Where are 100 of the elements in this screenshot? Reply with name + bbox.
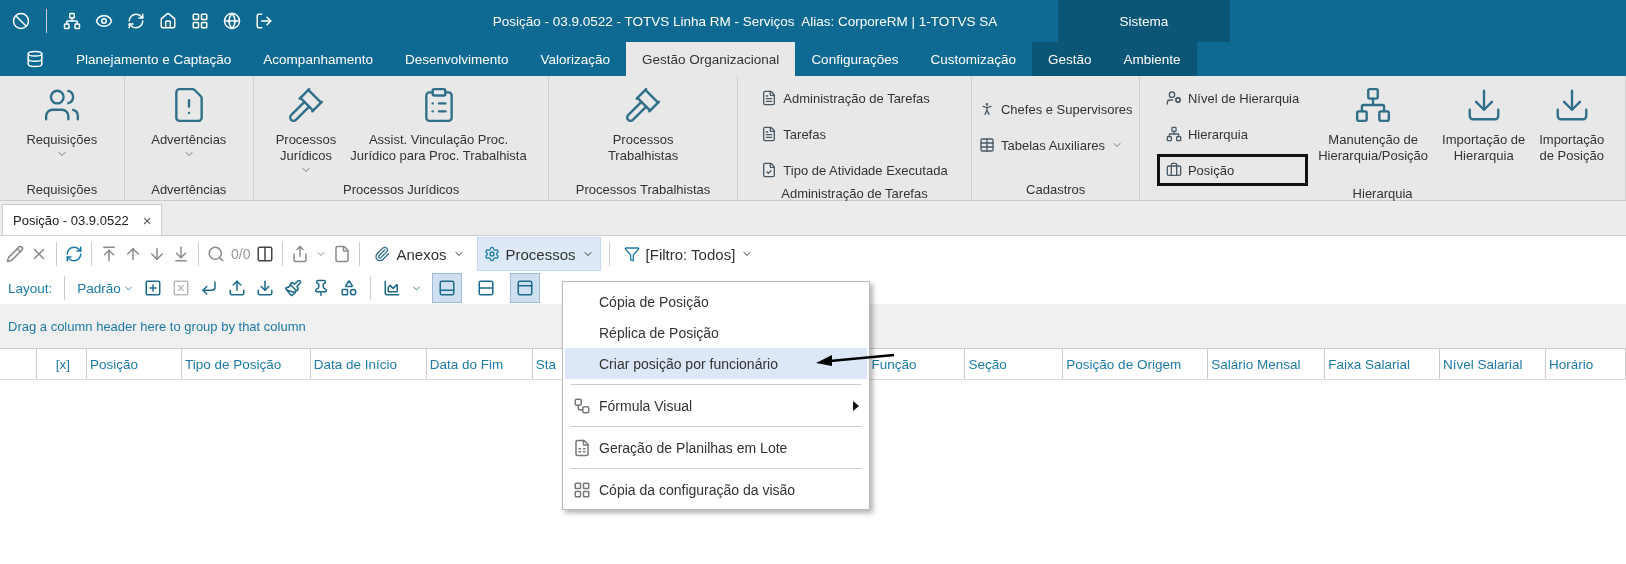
- column-header[interactable]: [x]: [37, 349, 87, 379]
- menu-item[interactable]: Cópia da configuração da visão: [565, 474, 867, 505]
- ribbon-button[interactable]: Hierarquia: [1156, 118, 1309, 150]
- panel-bottom-icon: [437, 279, 456, 297]
- processes-button[interactable]: Processos: [476, 237, 601, 271]
- menu-item[interactable]: Criar posição por funcionário: [565, 348, 867, 379]
- window-title: Posição - 03.9.0522 - TOTVS Linha RM - Serviços Alias: CorporeRM | 1-TOTVS SA: [491, 12, 999, 31]
- column-header[interactable]: Seção: [965, 349, 1064, 379]
- ribbon-button[interactable]: Tipo de Atividade Executada: [752, 154, 957, 186]
- column-header[interactable]: Faixa Salarial: [1325, 349, 1441, 379]
- ribbon-button[interactable]: Processos Trabalhistas: [603, 82, 683, 164]
- ribbon-button[interactable]: Importação de Posição: [1535, 82, 1609, 164]
- column-header[interactable]: Posição de Origem: [1063, 349, 1209, 379]
- grid-icon: [573, 481, 591, 499]
- eye-icon: [95, 12, 113, 30]
- upload-icon: [227, 279, 246, 297]
- ribbon-tab[interactable]: Customização: [914, 42, 1032, 76]
- column-header[interactable]: Data de Início: [310, 349, 427, 379]
- tab-title: Posição - 03.9.0522: [13, 212, 129, 228]
- add-icon: [143, 279, 162, 297]
- ribbon-tab[interactable]: Acompanhamento: [247, 42, 389, 76]
- hierarchy-icon: [1165, 126, 1182, 142]
- document-tab[interactable]: Posição - 03.9.0522 ×: [2, 204, 163, 235]
- ribbon-group-label: Processos Trabalhistas: [574, 180, 712, 199]
- ribbon-button[interactable]: Administração de Tarefas: [752, 82, 957, 114]
- brush-icon: [283, 279, 302, 297]
- column-header[interactable]: Nível Salarial: [1440, 349, 1547, 379]
- ribbon-button[interactable]: Tabelas Auxiliares: [969, 129, 1142, 161]
- rows-icon: [476, 279, 495, 297]
- spreadsheet-icon: [573, 439, 591, 457]
- gavel-icon: [287, 86, 325, 124]
- remove-icon: [171, 279, 190, 297]
- gear-icon: [483, 246, 500, 262]
- ribbon-button[interactable]: Assist. Vinculação Proc. Jurídico para Proc. Trabalhista: [346, 82, 531, 164]
- table-icon: [978, 137, 995, 153]
- close-button[interactable]: ×: [142, 211, 152, 229]
- shapes-icon: [339, 279, 358, 297]
- org-chart-icon: [1354, 86, 1393, 124]
- document-check-icon: [761, 162, 778, 178]
- ribbon-tab[interactable]: Gestão: [1032, 42, 1108, 76]
- attachments-button[interactable]: Anexos: [368, 238, 471, 270]
- search-icon: [207, 245, 225, 263]
- view-button[interactable]: [509, 273, 540, 303]
- ribbon-tab[interactable]: Valorização: [524, 42, 627, 76]
- ribbon-button[interactable]: Manutenção de Hierarquia/Posição: [1314, 82, 1433, 164]
- menu-item[interactable]: Fórmula Visual: [565, 390, 867, 421]
- view-button[interactable]: [431, 273, 462, 303]
- ribbon-button[interactable]: Processos Jurídicos: [271, 82, 341, 176]
- ribbon-tab[interactable]: Desenvolvimento: [388, 42, 525, 76]
- gavel-icon: [624, 86, 663, 124]
- ribbon-button[interactable]: Importação de Hierarquia: [1438, 82, 1530, 164]
- first-icon: [100, 245, 118, 263]
- ribbon-tab[interactable]: Planejamento e Captação: [60, 42, 248, 76]
- layout-label: Layout:: [8, 280, 53, 296]
- ribbon-button[interactable]: Requisições: [22, 82, 102, 160]
- document-icon: [761, 126, 778, 142]
- filter-icon: [623, 246, 640, 262]
- ribbon-tab[interactable]: Ambiente: [1107, 42, 1197, 76]
- ribbon-button[interactable]: Posição: [1156, 154, 1309, 186]
- menu-item[interactable]: Geração de Planilhas em Lote: [565, 432, 867, 463]
- pencil-icon: [6, 245, 24, 263]
- diagram-icon: [573, 397, 591, 415]
- chart-icon: [382, 279, 401, 297]
- ribbon-tab[interactable]: Configurações: [795, 42, 915, 76]
- panel-top-icon: [515, 279, 534, 297]
- ribbon-button[interactable]: Nível de Hierarquia: [1156, 82, 1309, 114]
- column-header[interactable]: Posição: [86, 349, 182, 379]
- group-panel-hint: Drag a column header here to group by that column: [8, 318, 306, 334]
- document-icon: [761, 90, 778, 106]
- user-icon: [1165, 90, 1182, 106]
- refresh-icon: [127, 12, 145, 30]
- menu-item[interactable]: Cópia de Posição: [565, 286, 867, 317]
- document-icon: [333, 245, 352, 263]
- ribbon-tab[interactable]: Gestão Organizacional: [626, 42, 796, 76]
- filter-button[interactable]: [Filtro: Todos]: [617, 238, 760, 270]
- layout-preset-dropdown[interactable]: Padrão: [77, 280, 134, 296]
- exit-icon: [255, 12, 273, 30]
- return-icon: [199, 279, 218, 297]
- menu-item[interactable]: Réplica de Posição: [565, 317, 867, 348]
- ribbon-group-label: Requisições: [25, 180, 99, 199]
- export-icon: [291, 245, 310, 263]
- column-header[interactable]: Tipo de Posição: [181, 349, 311, 379]
- download-icon: [255, 279, 274, 297]
- column-header[interactable]: Data do Fim: [426, 349, 533, 379]
- block-icon: [12, 12, 30, 30]
- record-count: 0/0: [231, 246, 251, 262]
- ribbon-button[interactable]: Chefes e Supervisores: [969, 93, 1142, 125]
- ribbon-group-label: Processos Jurídicos: [342, 180, 461, 199]
- last-icon: [172, 245, 190, 263]
- ribbon-group-label: Administração de Tarefas: [780, 186, 929, 201]
- column-header[interactable]: Horário: [1546, 349, 1626, 379]
- home-icon: [159, 12, 177, 30]
- ribbon-button[interactable]: Advertências: [147, 82, 231, 160]
- column-header[interactable]: Salário Mensal: [1208, 349, 1326, 379]
- briefcase-icon: [1165, 162, 1182, 178]
- ribbon-button[interactable]: Tarefas: [752, 118, 957, 150]
- context-tab-label: Sistema: [1058, 0, 1230, 42]
- sitemap-icon: [63, 12, 81, 30]
- up-icon: [124, 245, 142, 263]
- columns-icon: [256, 245, 275, 263]
